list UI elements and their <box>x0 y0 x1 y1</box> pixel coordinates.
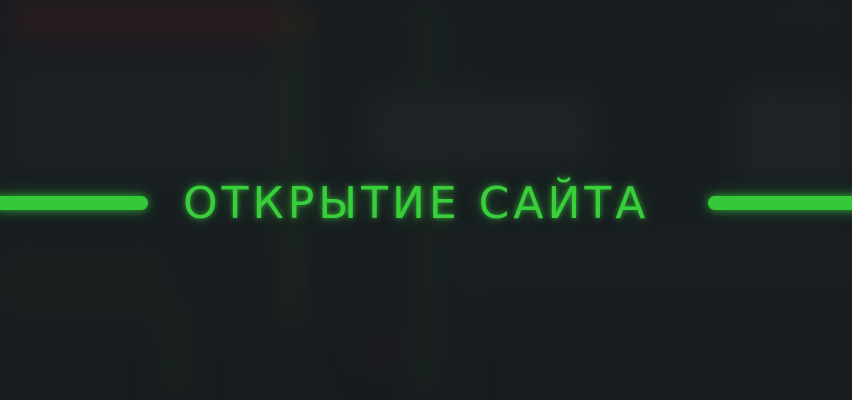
announcement-banner: ОТКРЫТИЕ САЙТА <box>0 0 852 400</box>
left-accent-bar <box>0 196 148 210</box>
right-accent-bar <box>708 196 852 210</box>
banner-title: ОТКРЫТИЕ САЙТА <box>183 178 650 229</box>
title-row: ОТКРЫТИЕ САЙТА <box>0 176 852 232</box>
